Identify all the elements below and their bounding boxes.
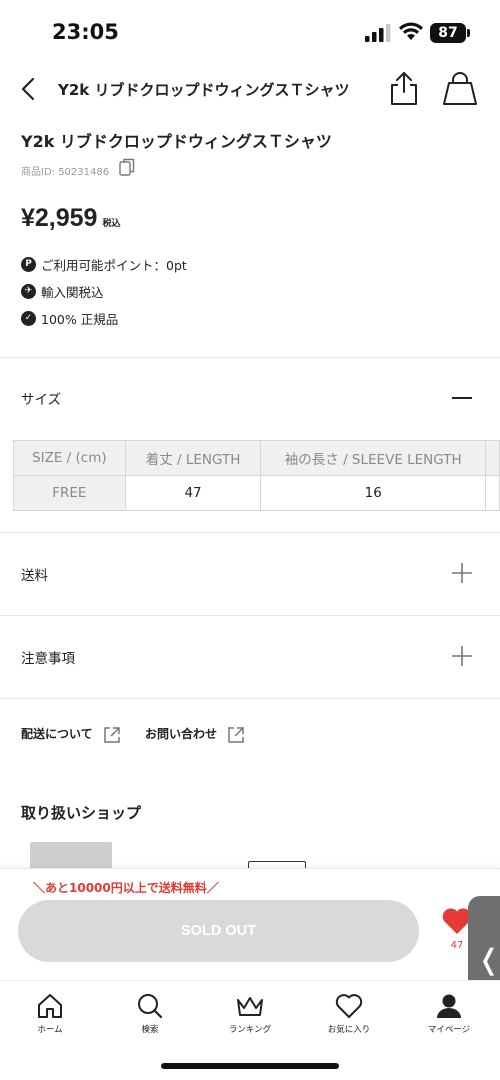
tab-ranking-label: ランキング (228, 1025, 272, 1035)
product-title: Y2k リブドクロップドウィングスＴシャツ (21, 132, 332, 151)
shipping-accordion-header[interactable]: 送料 (0, 549, 500, 599)
divider (0, 615, 500, 616)
authentic-text: 100% 正規品 (41, 312, 119, 327)
tab-mypage-label: マイページ (427, 1025, 471, 1035)
battery-level: 87 (430, 23, 466, 43)
tab-favorites[interactable]: お気に入り (309, 993, 389, 1035)
size-header-length: 着丈 / LENGTH (124, 440, 262, 476)
points-icon: P (21, 257, 36, 272)
header-title: Y2k リブドクロップドウィングスＴシャツ (58, 81, 350, 99)
plus-icon[interactable] (451, 562, 473, 584)
points-text: ご利用可能ポイント：0pt (41, 258, 187, 273)
authentic-info: ✓ 100% 正規品 (21, 309, 118, 327)
battery-tip (467, 29, 470, 37)
size-accordion-header[interactable]: サイズ (0, 373, 500, 423)
product-id: 商品ID: 50231486 (21, 167, 110, 178)
divider (0, 698, 500, 699)
home-indicator (161, 1063, 339, 1069)
minus-icon[interactable] (451, 386, 473, 408)
copy-icon[interactable] (119, 158, 135, 176)
notes-label: 注意事項 (21, 651, 75, 667)
contact-link[interactable]: お問い合わせ (145, 725, 245, 744)
table-row: FREE 47 16 (13, 475, 500, 511)
signal-icon (365, 24, 391, 42)
size-cell-overflow (485, 475, 500, 511)
purchase-bar: ＼あと10000円以上で送料無料／ SOLD OUT 47 ❬ (0, 868, 500, 1028)
search-icon (138, 994, 163, 1019)
product-id-row: 商品ID: 50231486 (21, 158, 135, 178)
status-bar: 23:05 87 (0, 0, 500, 64)
tab-mypage[interactable]: マイページ (409, 993, 489, 1035)
tab-home-label: ホーム (37, 1025, 63, 1035)
shipping-label: 送料 (21, 568, 48, 584)
tab-search[interactable]: 検索 (110, 993, 190, 1035)
external-link-icon (104, 726, 120, 743)
plus-icon[interactable] (451, 645, 473, 667)
external-link-icon (228, 726, 244, 743)
import-duty-info: ✈ 輸入関税込 (21, 282, 104, 300)
heart-icon (335, 994, 363, 1018)
airplane-icon: ✈ (21, 284, 36, 299)
shield-check-icon: ✓ (21, 311, 36, 326)
size-cell-length: 47 (124, 475, 262, 511)
tab-ranking[interactable]: ランキング (210, 993, 290, 1035)
size-label: サイズ (21, 392, 62, 408)
size-header-sleeve: 袖の長さ / SLEEVE LENGTH (260, 440, 487, 476)
crown-icon (237, 997, 263, 1016)
divider (0, 532, 500, 533)
notes-accordion-header[interactable]: 注意事項 (0, 632, 500, 682)
tab-home[interactable]: ホーム (10, 993, 90, 1035)
size-table-header-row: SIZE / (cm) 着丈 / LENGTH 袖の長さ / SLEEVE LE… (13, 440, 500, 476)
points-info: P ご利用可能ポイント：0pt (21, 255, 187, 273)
size-cell-free: FREE (13, 475, 126, 511)
shop-section-title: 取り扱いショップ (21, 804, 142, 822)
size-cell-sleeve: 16 (260, 475, 487, 511)
share-icon[interactable] (388, 70, 420, 106)
back-icon[interactable] (16, 76, 42, 102)
home-icon (38, 994, 62, 1018)
tab-favorites-label: お気に入り (327, 1025, 371, 1035)
chevron-left-icon: ❬ (477, 943, 500, 976)
user-icon (437, 994, 461, 1018)
top-header: Y2k リブドクロップドウィングスＴシャツ (0, 64, 500, 114)
status-time: 23:05 (52, 20, 119, 44)
product-price: ¥2,959 (21, 204, 98, 232)
sold-out-button[interactable]: SOLD OUT (18, 900, 419, 962)
shopping-bag-icon[interactable] (442, 72, 478, 106)
contact-link-label: お問い合わせ (145, 727, 218, 741)
delivery-link[interactable]: 配送について (21, 725, 121, 744)
delivery-link-label: 配送について (21, 727, 93, 741)
tax-label: 税込 (102, 219, 121, 229)
tab-search-label: 検索 (141, 1025, 159, 1035)
import-duty-text: 輸入関税込 (41, 285, 104, 300)
size-table: SIZE / (cm) 着丈 / LENGTH 袖の長さ / SLEEVE LE… (13, 440, 500, 511)
price-row: ¥2,959 税込 (21, 204, 120, 233)
wifi-icon (399, 22, 423, 40)
divider (0, 357, 500, 358)
free-shipping-note: ＼あと10000円以上で送料無料／ (33, 881, 219, 895)
size-header-overflow (485, 440, 500, 476)
size-header-size: SIZE / (cm) (13, 440, 126, 476)
